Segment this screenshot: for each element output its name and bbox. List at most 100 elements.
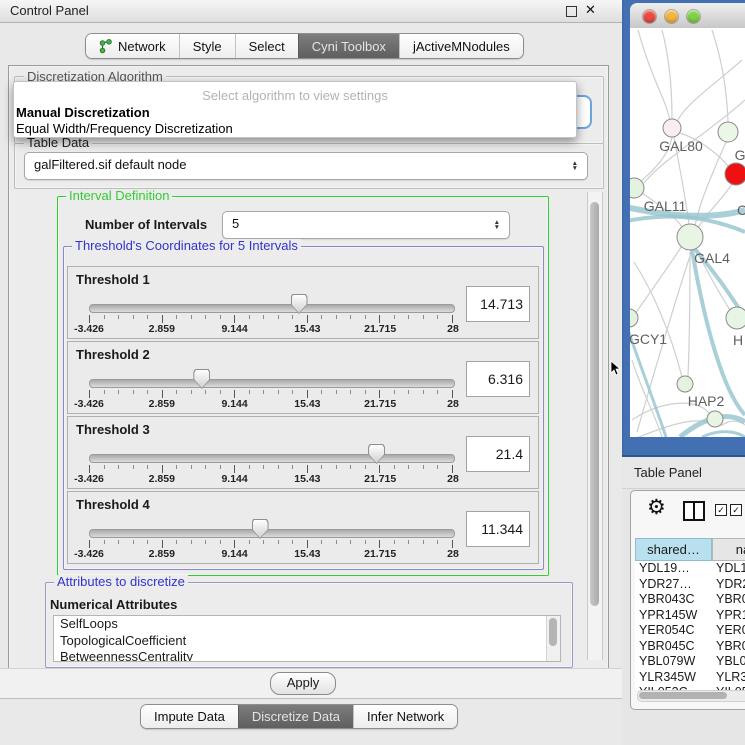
tick-label: 15.43 xyxy=(294,548,320,560)
threshold-value-field[interactable]: 11.344 xyxy=(466,511,530,547)
table-cell: YDL19… xyxy=(635,561,712,577)
network-edge xyxy=(632,246,682,318)
attributes-list-scrollbar[interactable] xyxy=(546,616,560,661)
slider-track[interactable] xyxy=(89,454,455,463)
slider-ticks xyxy=(89,315,453,323)
network-node-label: C xyxy=(737,202,745,218)
tick-label: 2.859 xyxy=(149,398,175,410)
mac-zoom-button[interactable] xyxy=(687,10,700,23)
tab-label: Impute Data xyxy=(154,709,225,724)
mac-close-button[interactable] xyxy=(643,10,656,23)
mac-minimize-button[interactable] xyxy=(665,10,678,23)
threshold-panel-2: Threshold 2-3.4262.8599.14415.4321.71528… xyxy=(67,341,539,414)
slider-track[interactable] xyxy=(89,379,455,388)
tick-label: 2.859 xyxy=(149,323,175,335)
network-node[interactable] xyxy=(663,119,681,137)
tab-cyni-toolbox[interactable]: Cyni Toolbox xyxy=(298,34,399,58)
threshold-value-field[interactable]: 6.316 xyxy=(466,361,530,397)
slider-track[interactable] xyxy=(89,529,455,538)
table-panel-titlebar: Table Panel xyxy=(622,457,745,489)
checkbox-icon[interactable]: ✓ xyxy=(715,504,727,516)
float-window-icon[interactable] xyxy=(566,6,577,17)
numerical-attributes-list[interactable]: SelfLoopsTopologicalCoefficientBetweenne… xyxy=(53,615,561,662)
network-node[interactable] xyxy=(726,307,745,329)
tick-label: 15.43 xyxy=(294,398,320,410)
dropdown-option-manual[interactable]: Manual Discretization xyxy=(16,105,150,120)
gear-icon[interactable]: ⚙ xyxy=(647,497,666,518)
column-header-name[interactable]: name xyxy=(712,538,745,561)
tab-jactivemnodules[interactable]: jActiveMNodules xyxy=(399,34,523,58)
network-node[interactable] xyxy=(677,224,703,250)
network-node[interactable] xyxy=(725,163,745,185)
checkbox-icon[interactable]: ✓ xyxy=(730,504,742,516)
threshold-label: Threshold 1 xyxy=(76,272,150,287)
tab-select[interactable]: Select xyxy=(235,34,298,58)
table-row[interactable]: YLR345WYLR34 xyxy=(635,670,745,686)
tick-label: 21.715 xyxy=(364,473,396,485)
tick-label: 28 xyxy=(447,473,459,485)
table-cell: YBR04 xyxy=(712,639,745,655)
slider-ticks xyxy=(89,465,453,473)
settings-vertical-scrollbar[interactable] xyxy=(587,192,603,660)
tab-network[interactable]: Network xyxy=(86,34,179,58)
table-row[interactable]: YBL079WYBL07 xyxy=(635,654,745,670)
table-cell: YBR043C xyxy=(635,592,712,608)
network-node[interactable] xyxy=(707,411,723,427)
tab-style[interactable]: Style xyxy=(179,34,235,58)
table-cell: YLR34 xyxy=(712,670,745,686)
attribute-item[interactable]: BetweennessCentrality xyxy=(54,649,560,662)
table-cell: YER054C xyxy=(635,623,712,639)
scrollbar-thumb[interactable] xyxy=(549,618,557,646)
table-row[interactable]: YBR043CYBR04 xyxy=(635,592,745,608)
node-table[interactable]: shared…nameYDL19…YDL19YDR27…YDR27YBR043C… xyxy=(635,538,745,690)
table-cell: YBR045C xyxy=(635,639,712,655)
network-node-label: GAL80 xyxy=(659,138,703,154)
table-row[interactable]: YDR27…YDR27 xyxy=(635,577,745,593)
table-cell: YDR27 xyxy=(712,577,745,593)
column-header-shared-[interactable]: shared… xyxy=(635,538,712,561)
table-panel-card: ⚙ ✓ ✓ shared…nameYDL19…YDL19YDR27…YDR27Y… xyxy=(630,490,745,710)
table-cell: YDR27… xyxy=(635,577,712,593)
close-icon[interactable]: ✕ xyxy=(585,2,596,18)
network-node[interactable] xyxy=(677,376,693,392)
tab-infer-network[interactable]: Infer Network xyxy=(353,705,457,728)
network-node-label: GCY1 xyxy=(630,331,667,347)
slider-track[interactable] xyxy=(89,304,455,313)
tick-label: 21.715 xyxy=(364,398,396,410)
right-panel: GAL80G.GAL11CGAL4GCY1HHAP2 Table Panel ⚙… xyxy=(622,0,745,745)
table-row[interactable]: YPR145WYPR14 xyxy=(635,608,745,624)
interval-definition-title: Interval Definition xyxy=(66,189,172,202)
table-header-row: shared…name xyxy=(635,538,745,561)
threshold-panel-3: Threshold 3-3.4262.8599.14415.4321.71528… xyxy=(67,416,539,489)
threshold-panel-1: Threshold 1-3.4262.8599.14415.4321.71528… xyxy=(67,266,539,339)
split-columns-icon[interactable] xyxy=(683,501,705,521)
table-cell: YBL07 xyxy=(712,654,745,670)
table-row[interactable]: YBR045CYBR04 xyxy=(635,639,745,655)
table-data-combobox[interactable]: galFiltered.sif default node ▲▼ xyxy=(24,152,588,180)
control-panel-title: Control Panel xyxy=(10,3,89,18)
dropdown-option-equal-width[interactable]: Equal Width/Frequency Discretization xyxy=(16,121,233,136)
slider-ticks xyxy=(89,390,453,398)
tab-impute-data[interactable]: Impute Data xyxy=(141,705,238,728)
attribute-item[interactable]: SelfLoops xyxy=(54,616,560,633)
threshold-label: Threshold 3 xyxy=(76,422,150,437)
number-of-intervals-combobox[interactable]: 5 ▲▼ xyxy=(222,211,510,239)
scrollbar-thumb[interactable] xyxy=(590,202,599,606)
threshold-panel-4: Threshold 4-3.4262.8599.14415.4321.71528… xyxy=(67,491,539,564)
table-row[interactable]: YDL19…YDL19 xyxy=(635,561,745,577)
network-canvas[interactable]: GAL80G.GAL11CGAL4GCY1HHAP2 xyxy=(630,28,745,437)
tab-discretize-data[interactable]: Discretize Data xyxy=(238,705,353,728)
scrollbar-thumb[interactable] xyxy=(639,692,727,699)
network-node[interactable] xyxy=(718,122,738,142)
attribute-item[interactable]: TopologicalCoefficient xyxy=(54,633,560,650)
threshold-value-field[interactable]: 21.4 xyxy=(466,436,530,472)
control-panel-titlebar: Control Panel ✕ xyxy=(0,0,622,23)
network-node-label: G. xyxy=(735,147,745,163)
tick-label: 28 xyxy=(447,323,459,335)
apply-button[interactable]: Apply xyxy=(270,672,336,695)
slider-tick-labels: -3.4262.8599.14415.4321.71528 xyxy=(89,548,453,560)
tick-label: 28 xyxy=(447,548,459,560)
threshold-value-field[interactable]: 14.713 xyxy=(466,286,530,322)
table-horizontal-scrollbar[interactable] xyxy=(637,690,745,702)
table-row[interactable]: YER054CYER05 xyxy=(635,623,745,639)
